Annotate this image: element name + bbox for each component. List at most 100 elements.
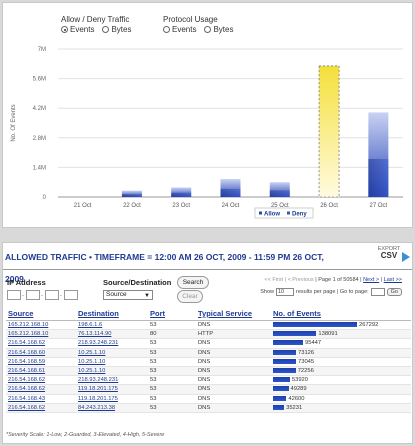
events-cell: 49289 (271, 384, 411, 395)
events-cell: 73126 (271, 348, 411, 358)
destination-link[interactable]: 10.25.1.10 (76, 348, 148, 358)
source-destination-select[interactable]: Source ▼ (103, 290, 153, 300)
events-cell: 42600 (271, 394, 411, 404)
events-bar (273, 368, 296, 374)
port-cell: 53 (148, 348, 196, 358)
events-cell: 53920 (271, 375, 411, 386)
events-count: 42600 (288, 395, 305, 402)
source-link[interactable]: 216.54.168.62 (6, 338, 76, 349)
ip-octet-4-input[interactable] (64, 290, 78, 300)
service-cell: DNS (196, 357, 271, 367)
column-header-destination[interactable]: Destination (76, 308, 148, 321)
y-tick-label: 1.4M (33, 165, 46, 171)
source-link[interactable]: 216.54.168.62 (6, 384, 76, 395)
page-info: Page 1 of 50584 (318, 277, 359, 283)
port-cell: 53 (148, 403, 196, 413)
x-tick-label: 26 Oct (320, 203, 338, 209)
service-cell: DNS (196, 403, 271, 413)
destination-link[interactable]: 10.25.1.10 (76, 357, 148, 367)
events-count: 72256 (297, 368, 314, 375)
port-cell: 80 (148, 329, 196, 340)
export-csv-button[interactable]: EXPORT CSV (370, 246, 410, 262)
events-cell: 138091 (271, 329, 411, 340)
bar-shade (368, 158, 389, 197)
y-axis-label: No. Of Events (11, 104, 17, 141)
table-row: 216.54.168.60 10.25.1.10 53 DNS 73126 (6, 348, 411, 358)
service-cell: DNS (196, 384, 271, 395)
table-row: 216.54.168.62 218.93.248.231 53 DNS 53920 (6, 375, 411, 386)
bar-shade (121, 194, 142, 197)
destination-link[interactable]: 76.13.114.90 (76, 329, 148, 340)
events-bar-chart: 0 1.4M 2.8M 4.2M 5.6M 7M No. Of Events 21 Oct 22… (11, 47, 403, 219)
x-tick-label: 22 Oct (123, 203, 141, 209)
x-tick-label: 27 Oct (370, 203, 388, 209)
ip-octet-1-input[interactable] (7, 290, 21, 300)
events-count: 73045 (298, 358, 315, 365)
pagination: << First | < Previous | Page 1 of 50584 … (264, 277, 402, 283)
source-link[interactable]: 216.54.168.43 (6, 394, 76, 404)
events-bar (273, 404, 285, 410)
service-cell: DNS (196, 348, 271, 358)
port-cell: 53 (148, 366, 196, 377)
y-tick-label: 5.6M (33, 77, 46, 83)
go-button[interactable]: Go (386, 288, 402, 296)
table-row: 216.54.168.62 84.243.213.38 53 DNS 35231 (6, 403, 411, 413)
source-link[interactable]: 216.54.168.59 (6, 357, 76, 367)
port-cell: 53 (148, 357, 196, 367)
port-cell: 53 (148, 394, 196, 404)
destination-link[interactable]: 218.93.248.231 (76, 338, 148, 349)
y-tick-label: 4.2M (33, 106, 46, 112)
table-row: 216.54.168.61 10.25.1.10 53 DNS 72256 (6, 366, 411, 377)
events-cell: 35231 (271, 403, 411, 413)
legend-swatch (259, 211, 262, 215)
ip-octet-2-input[interactable] (26, 290, 40, 300)
column-header-source[interactable]: Source (6, 308, 76, 321)
destination-link[interactable]: 10.25.1.10 (76, 366, 148, 377)
clear-button[interactable]: Clear (177, 290, 203, 303)
events-bar (273, 340, 303, 346)
destination-link[interactable]: 119.18.201.175 (76, 394, 148, 404)
events-bar (273, 322, 357, 328)
table-row: 216.54.168.59 10.25.1.10 53 DNS 73045 (6, 357, 411, 367)
events-count: 35231 (286, 404, 303, 411)
service-cell: HTTP (196, 329, 271, 340)
source-link[interactable]: 216.54.168.62 (6, 375, 76, 386)
chart-panel: Allow / Deny Traffic Events Bytes Protoc… (2, 2, 413, 228)
source-link[interactable]: 216.54.168.60 (6, 348, 76, 358)
events-cell: 267292 (271, 320, 411, 331)
destination-link[interactable]: 84.243.213.38 (76, 403, 148, 413)
events-count: 138091 (318, 331, 338, 338)
column-header-events[interactable]: No. of Events (271, 308, 411, 321)
destination-link[interactable]: 218.93.248.231 (76, 375, 148, 386)
go-to-page-input[interactable] (370, 288, 385, 296)
column-header-service[interactable]: Typical Service (196, 308, 271, 321)
service-cell: DNS (196, 366, 271, 377)
ip-octet-3-input[interactable] (45, 290, 59, 300)
next-page-link[interactable]: Next > (363, 277, 379, 283)
legend-swatch (287, 211, 290, 215)
severity-scale-note: *Severity Scale: 1-Low, 2-Guarded, 3-Ele… (6, 432, 165, 438)
events-cell: 72256 (271, 366, 411, 377)
events-bar (273, 377, 290, 383)
source-link[interactable]: 216.54.168.61 (6, 366, 76, 377)
events-count: 53920 (291, 377, 309, 384)
column-header-port[interactable]: Port (148, 308, 196, 321)
show-label: Show (260, 289, 274, 295)
source-link[interactable]: 165.212.168.10 (6, 320, 76, 331)
ip-separator: . (60, 291, 62, 298)
destination-link[interactable]: 119.18.201.175 (76, 384, 148, 395)
last-page-link[interactable]: Last >> (384, 277, 402, 283)
per-page-select[interactable]: 10 (275, 288, 294, 296)
table-row: 216.54.168.62 218.93.248.231 53 DNS 95447 (6, 338, 411, 349)
destination-link[interactable]: 198.6.1.6 (76, 320, 148, 331)
port-cell: 53 (148, 384, 196, 395)
source-destination-label: Source/Destination (103, 278, 172, 287)
table-row: 165.212.168.10 198.6.1.6 53 DNS 267292 (6, 320, 411, 331)
port-cell: 53 (148, 375, 196, 386)
first-page-link[interactable]: << First (264, 277, 283, 283)
previous-page-link[interactable]: < Previous (288, 277, 314, 283)
search-button[interactable]: Search (177, 276, 209, 289)
source-link[interactable]: 165.212.168.10 (6, 329, 76, 340)
y-tick-label: 2.8M (33, 136, 46, 142)
source-link[interactable]: 216.54.168.62 (6, 403, 76, 413)
